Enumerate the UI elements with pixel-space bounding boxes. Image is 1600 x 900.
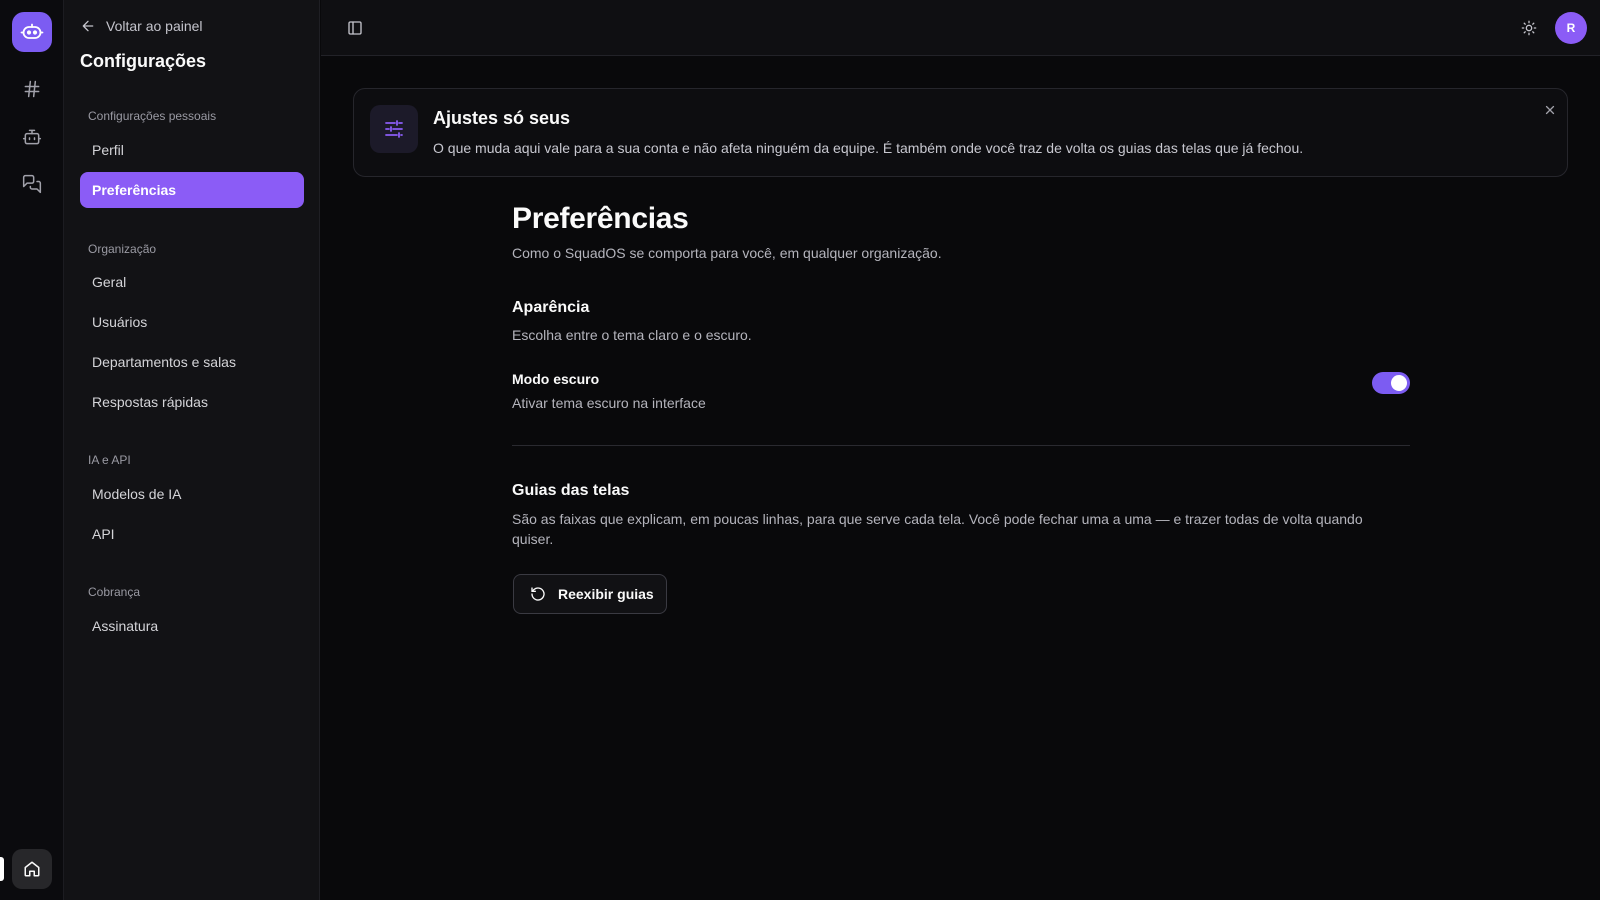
rotate-ccw-icon [530, 586, 546, 602]
sidebar-item-perfil[interactable]: Perfil [80, 132, 304, 168]
guides-desc: São as faixas que explicam, em poucas li… [512, 511, 1363, 547]
app-logo-icon[interactable] [12, 12, 52, 52]
sidebar-item-api[interactable]: API [80, 516, 304, 552]
toggle-knob [1391, 375, 1407, 391]
hash-icon[interactable] [12, 69, 52, 109]
guides-title: Guias das telas [512, 482, 630, 499]
appearance-title: Aparência [512, 299, 590, 316]
dark-mode-desc: Ativar tema escuro na interface [512, 395, 706, 411]
sidebar-item-usuarios[interactable]: Usuários [80, 304, 304, 340]
sidebar-item-geral[interactable]: Geral [80, 264, 304, 300]
section-label-organizacao: Organização [88, 242, 157, 256]
banner-text: O que muda aqui vale para a sua conta e … [433, 140, 1304, 156]
dark-mode-toggle[interactable] [1372, 372, 1410, 394]
section-divider [512, 445, 1410, 446]
user-avatar[interactable]: R [1555, 12, 1587, 44]
dark-mode-label: Modo escuro [512, 371, 600, 387]
sun-icon[interactable] [1517, 16, 1541, 40]
section-label-cobranca: Cobrança [88, 585, 141, 599]
sliders-icon [370, 105, 418, 153]
chat-bubbles-icon[interactable] [12, 164, 52, 204]
home-icon[interactable] [12, 849, 52, 889]
sidebar-title: Configurações [80, 51, 207, 71]
sidebar-item-departamentos[interactable]: Departamentos e salas [80, 344, 304, 380]
icon-rail [0, 0, 64, 900]
sidebar-item-assinatura[interactable]: Assinatura [80, 608, 304, 644]
page-title: Preferências [512, 202, 689, 235]
sidebar-toggle-icon[interactable] [343, 16, 367, 40]
sidebar-item-respostas[interactable]: Respostas rápidas [80, 384, 304, 420]
back-to-dashboard-link[interactable]: Voltar ao painel [80, 17, 203, 35]
arrow-left-icon [80, 18, 96, 34]
settings-sidebar: Voltar ao painel Configurações Configura… [64, 0, 320, 900]
banner-title: Ajustes só seus [433, 108, 571, 128]
reexibir-guias-button[interactable]: Reexibir guias [513, 574, 667, 614]
close-icon[interactable] [1541, 101, 1559, 119]
section-label-ia-api: IA e API [88, 453, 131, 467]
page-subtitle: Como o SquadOS se comporta para você, em… [512, 245, 942, 261]
appearance-desc: Escolha entre o tema claro e o escuro. [512, 327, 752, 343]
top-bar: R [321, 0, 1600, 56]
active-indicator [0, 857, 4, 881]
robot-icon[interactable] [12, 117, 52, 157]
reexibir-guias-label: Reexibir guias [558, 586, 654, 602]
sidebar-item-modelos-ia[interactable]: Modelos de IA [80, 476, 304, 512]
sidebar-item-preferencias[interactable]: Preferências [80, 172, 304, 208]
section-label-personal: Configurações pessoais [88, 109, 217, 123]
back-link-label: Voltar ao painel [106, 18, 203, 34]
info-banner: Ajustes só seus O que muda aqui vale par… [353, 88, 1568, 177]
